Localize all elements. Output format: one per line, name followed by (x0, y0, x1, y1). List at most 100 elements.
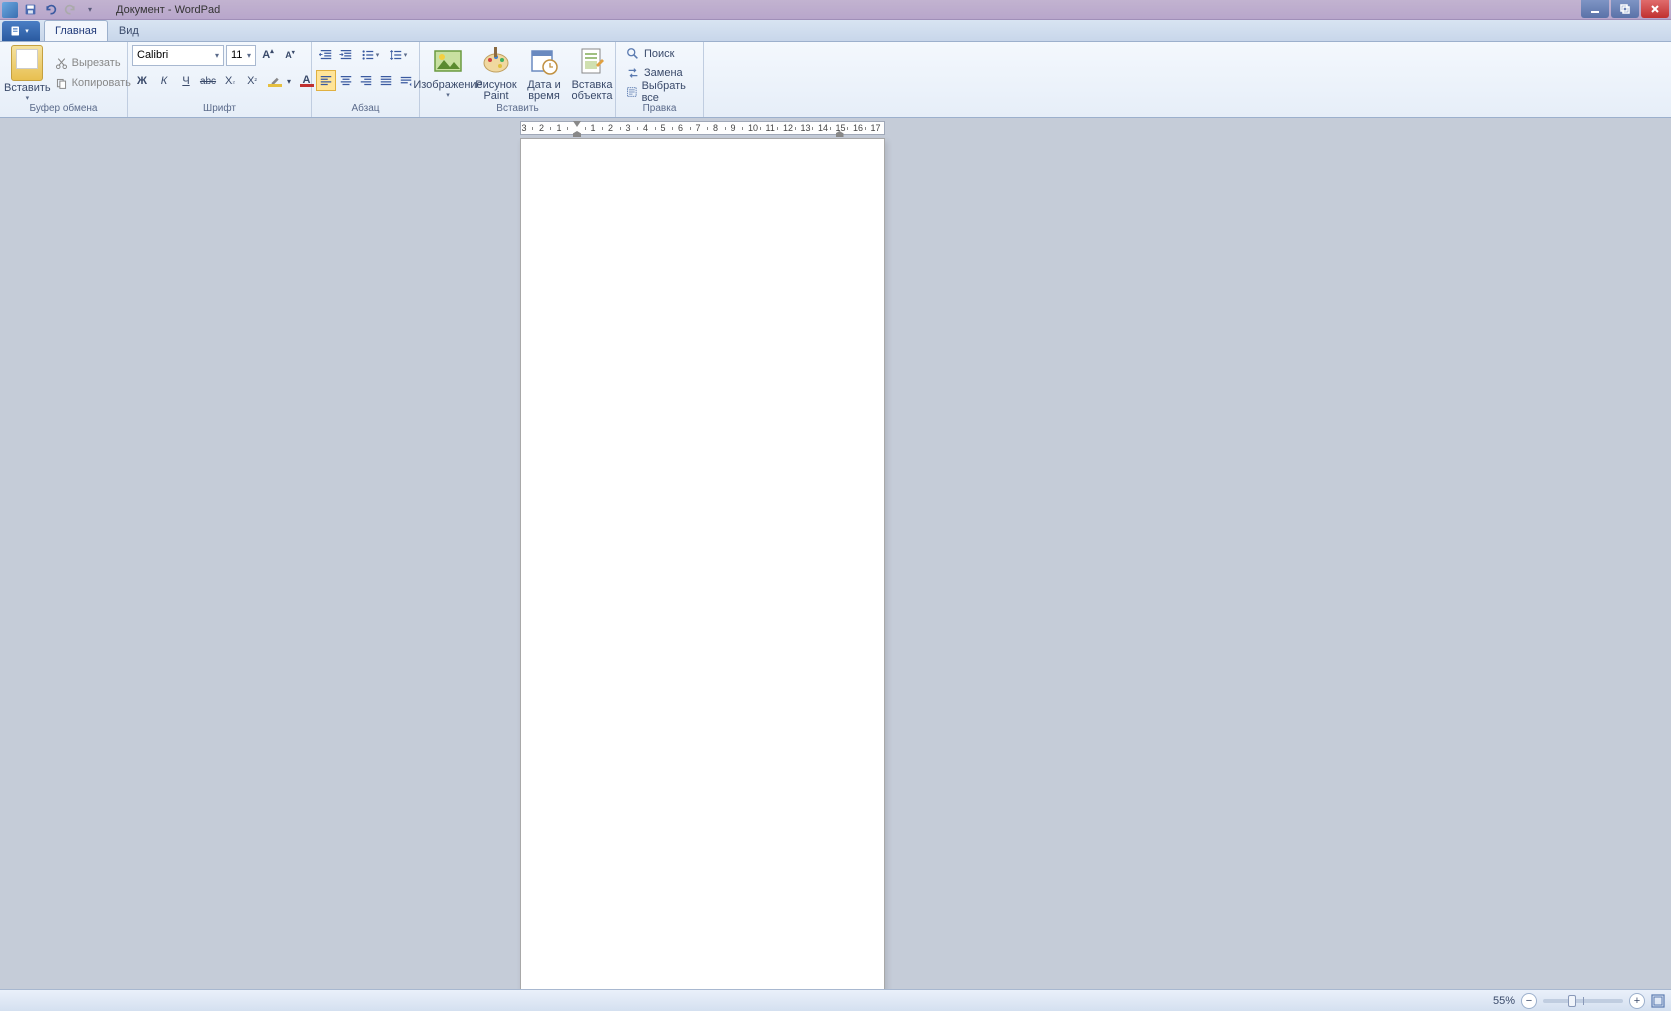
insert-datetime-label: Дата и время (527, 80, 561, 102)
maximize-button[interactable] (1611, 0, 1639, 18)
first-line-indent-marker[interactable] (573, 121, 581, 127)
save-icon (24, 3, 37, 16)
find-icon (626, 47, 640, 61)
file-menu-button[interactable]: ▾ (2, 21, 40, 41)
copy-button[interactable]: Копировать (55, 74, 131, 92)
document-page[interactable] (520, 138, 885, 989)
qat-save-button[interactable] (21, 2, 39, 18)
maximize-icon (1620, 4, 1630, 14)
line-spacing-button[interactable]: ▾ (384, 44, 412, 65)
insert-paint-button[interactable]: Рисунок Paint (472, 44, 520, 102)
file-menu-icon (10, 25, 22, 37)
left-indent-marker[interactable] (573, 131, 581, 137)
minimize-icon (1590, 4, 1600, 14)
fullscreen-icon[interactable] (1651, 994, 1665, 1008)
select-all-button[interactable]: Выбрать все (622, 83, 699, 101)
app-icon (2, 2, 18, 18)
document-area[interactable]: 3211234567891011121314151617 (0, 118, 1671, 989)
close-icon (1650, 4, 1660, 14)
superscript-button[interactable]: X² (242, 71, 262, 92)
find-button[interactable]: Поиск (622, 45, 699, 63)
paste-label: Вставить (4, 82, 51, 94)
chevron-down-icon: ▾ (22, 27, 32, 35)
insert-picture-button[interactable]: Изображение ▾ (424, 44, 472, 102)
tab-view[interactable]: Вид (108, 20, 150, 41)
zoom-out-button[interactable]: − (1521, 993, 1537, 1009)
group-insert: Изображение ▾ Рисунок Paint Дата и время… (420, 42, 616, 117)
ruler-tick: 17 (871, 122, 881, 134)
font-name-combo[interactable]: Calibri ▾ (132, 45, 224, 66)
align-left-button[interactable] (316, 70, 336, 91)
zoom-slider[interactable] (1543, 999, 1623, 1003)
align-right-button[interactable] (356, 70, 376, 91)
align-right-icon (359, 74, 373, 88)
highlight-color-button[interactable] (264, 71, 284, 92)
ruler-tick: 13 (801, 122, 811, 134)
window-title: Документ - WordPad (116, 4, 220, 16)
italic-button[interactable]: К (154, 71, 174, 92)
align-justify-button[interactable] (376, 70, 396, 91)
increase-indent-button[interactable] (336, 44, 356, 65)
status-bar: 55% − + (0, 989, 1671, 1011)
redo-icon (64, 3, 77, 16)
bullets-icon (361, 48, 375, 62)
underline-button[interactable]: Ч (176, 71, 196, 92)
ruler-tick: 14 (818, 122, 828, 134)
group-paragraph: ▾ ▾ Абзац (312, 42, 420, 117)
insert-paint-label: Рисунок Paint (475, 80, 517, 102)
subscript-button[interactable]: X₂ (220, 71, 240, 92)
zoom-in-button[interactable]: + (1629, 993, 1645, 1009)
ruler-tick: 11 (766, 122, 775, 134)
bullets-button[interactable]: ▾ (356, 44, 384, 65)
close-button[interactable] (1641, 0, 1669, 18)
select-all-icon (626, 85, 638, 99)
group-label-paragraph: Абзац (312, 102, 419, 116)
find-label: Поиск (644, 48, 674, 60)
ruler-tick: 12 (783, 122, 793, 134)
window-controls (1581, 0, 1671, 18)
ruler-tick: 4 (643, 122, 648, 134)
zoom-slider-midpoint (1583, 997, 1584, 1005)
ruler-tick: 3 (626, 122, 631, 134)
paragraph-icon (399, 74, 413, 88)
font-size-combo[interactable]: 11 ▾ (226, 45, 256, 66)
insert-object-button[interactable]: Вставка объекта (568, 44, 616, 102)
cut-button[interactable]: Вырезать (55, 54, 131, 72)
object-icon (575, 44, 609, 78)
shrink-font-button[interactable]: A▾ (280, 45, 300, 66)
ruler-tick: 5 (661, 122, 666, 134)
replace-icon (626, 66, 640, 80)
paint-icon (479, 44, 513, 78)
zoom-slider-thumb[interactable] (1568, 995, 1576, 1007)
chevron-down-icon: ▾ (244, 51, 251, 60)
zoom-value: 55% (1493, 995, 1515, 1007)
highlight-color-dropdown[interactable]: ▾ (284, 71, 294, 92)
bold-button[interactable]: Ж (132, 71, 152, 92)
strikethrough-button[interactable]: abc (198, 71, 218, 92)
paste-button[interactable]: Вставить ▾ (4, 44, 51, 102)
insert-object-label: Вставка объекта (572, 80, 613, 102)
select-all-label: Выбрать все (642, 80, 695, 104)
qat-undo-button[interactable] (41, 2, 59, 18)
group-clipboard: Вставить ▾ Вырезать Копировать Буфер обм… (0, 42, 128, 117)
qat-customize-button[interactable]: ▾ (81, 2, 99, 18)
decrease-indent-button[interactable] (316, 44, 336, 65)
insert-datetime-button[interactable]: Дата и время (520, 44, 568, 102)
font-name-value: Calibri (137, 49, 168, 61)
grow-font-button[interactable]: A▴ (258, 45, 278, 66)
horizontal-ruler[interactable]: 3211234567891011121314151617 (520, 121, 885, 135)
ribbon: Вставить ▾ Вырезать Копировать Буфер обм… (0, 42, 1671, 118)
ruler-tick: 9 (731, 122, 736, 134)
decrease-indent-icon (319, 48, 333, 62)
qat-redo-button[interactable] (61, 2, 79, 18)
undo-icon (44, 3, 57, 16)
ruler-tick: 10 (748, 122, 758, 134)
ruler-tick: 3 (522, 122, 527, 134)
group-label-font: Шрифт (128, 102, 311, 116)
picture-icon (431, 44, 465, 78)
ruler-tick: 2 (539, 122, 544, 134)
minimize-button[interactable] (1581, 0, 1609, 18)
cut-label: Вырезать (72, 57, 121, 69)
tab-main[interactable]: Главная (44, 20, 108, 41)
align-center-button[interactable] (336, 70, 356, 91)
